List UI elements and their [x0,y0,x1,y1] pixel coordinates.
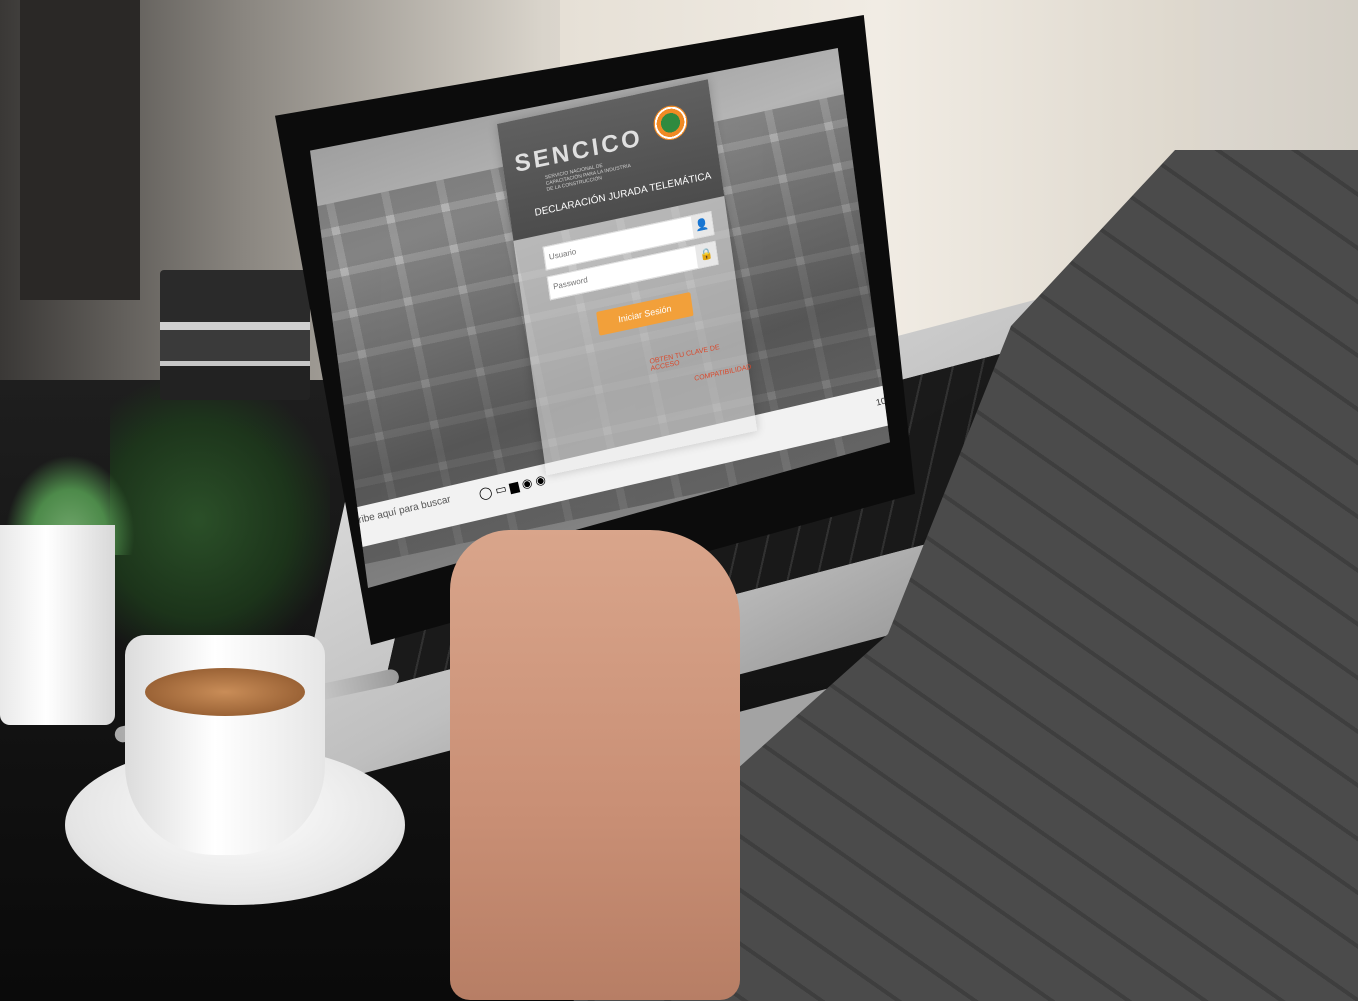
stacked-notebooks [160,270,310,400]
background-chair [20,0,140,300]
lock-icon: 🔒 [694,241,718,268]
user-icon: 👤 [690,212,714,239]
hand [450,530,740,1000]
coffee [145,668,305,716]
taskbar-app-icons[interactable]: ◯ ▭ ▆ ◉ ◉ [477,472,547,501]
compatibility-link[interactable]: COMPATIBILIDAD [694,364,752,383]
login-button[interactable]: Iniciar Sesión [596,291,694,336]
plant-pot [0,525,115,725]
reflected-plant [110,380,330,660]
badge-icon [651,102,690,144]
photo-scene: Escribe aquí para buscar ◯ ▭ ▆ ◉ ◉ 10:15… [0,0,1358,1001]
